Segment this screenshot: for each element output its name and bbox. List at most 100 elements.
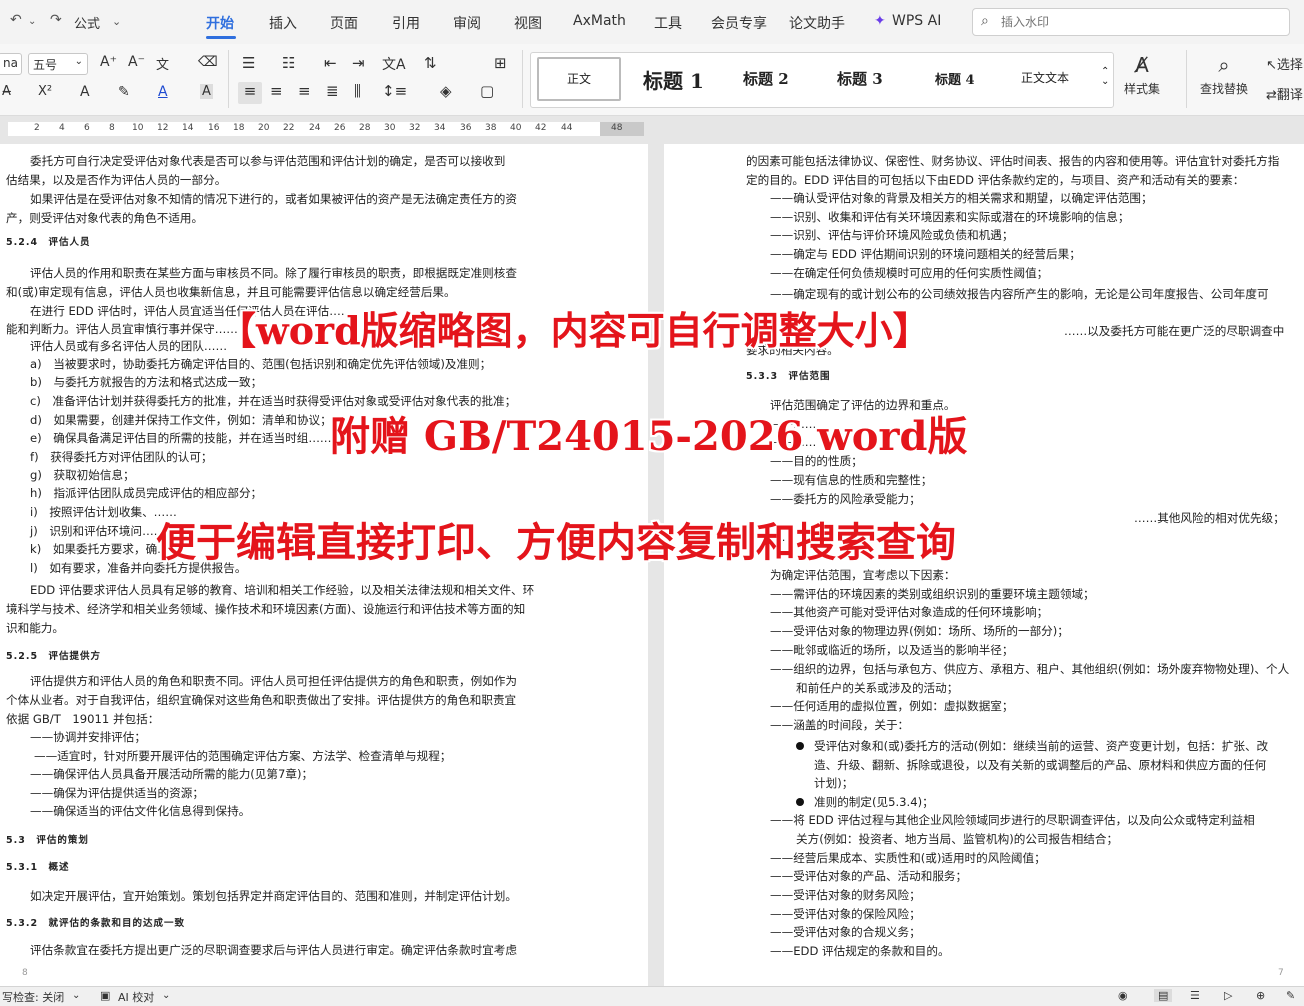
style-heading-2[interactable]: 标题 2 bbox=[743, 68, 789, 89]
page-view-icon[interactable]: ▤ bbox=[1154, 989, 1173, 1002]
text-line: 评估提供方和评估人员的角色和职责不同。评估人员可担任评估提供方的角色和职责，例如… bbox=[30, 674, 517, 688]
style-heading-4[interactable]: 标题 4 bbox=[935, 69, 975, 88]
phonetic-icon[interactable]: 文 bbox=[156, 54, 169, 73]
strikethrough-icon[interactable]: A̶ bbox=[2, 84, 11, 99]
style-body-text[interactable]: 正文文本 bbox=[1021, 69, 1069, 86]
highlight-icon[interactable]: ✎ bbox=[118, 84, 130, 100]
superscript-icon[interactable]: X² bbox=[38, 84, 52, 99]
char-shading-icon[interactable]: A bbox=[200, 84, 213, 99]
list-item: e) 确保具备满足评估目的所需的技能，并在适当时组…… bbox=[30, 431, 332, 445]
justify-icon[interactable]: ≣ bbox=[326, 82, 339, 100]
increase-indent-icon[interactable]: ⇥ bbox=[352, 54, 365, 72]
select-button[interactable]: ↖选择 bbox=[1266, 54, 1303, 73]
search-icon: ⌕ bbox=[981, 13, 989, 29]
chevron-down-icon[interactable]: ⌄ bbox=[162, 990, 170, 1001]
style-heading-3[interactable]: 标题 3 bbox=[837, 68, 883, 89]
list-item: ——受评估对象的物理边界(例如：场所、场所的一部分)； bbox=[770, 624, 1069, 638]
sub-list-text: 准则的制定(见5.3.4)； bbox=[814, 795, 934, 809]
wps-ai-icon[interactable]: ✦ bbox=[874, 13, 886, 29]
align-right-icon[interactable]: ≡ bbox=[298, 82, 311, 100]
chevron-down-icon[interactable]: ⌄ bbox=[72, 990, 80, 1001]
ai-check-icon: ▣ bbox=[100, 989, 111, 1002]
decrease-indent-icon[interactable]: ⇤ bbox=[324, 54, 337, 72]
list-item: ——涵盖的时间段，关于： bbox=[770, 718, 910, 732]
status-bar: 写检查: 关闭 ⌄ ▣ AI 校对 ⌄ ◉ ▤ ☰ ▷ ⊕ ✎ bbox=[0, 986, 1304, 1006]
chevron-down-icon[interactable]: ⌄ bbox=[112, 15, 121, 28]
toolbar-separator bbox=[1186, 50, 1187, 108]
ruler-tick: 22 bbox=[283, 123, 295, 133]
eraser-icon[interactable]: ⌫ bbox=[198, 54, 218, 70]
list-item: ——确保适当的评估文件化信息得到保持。 bbox=[30, 804, 251, 818]
text-line: 能和判断力。评估人员宜审慎行事并保守…… bbox=[6, 322, 238, 336]
line-spacing-icon[interactable]: ↕≡ bbox=[382, 82, 407, 100]
show-marks-icon[interactable]: ⊞ bbox=[494, 54, 507, 72]
ruler-tick: 6 bbox=[84, 123, 90, 133]
tab-page[interactable]: 页面 bbox=[330, 13, 358, 33]
align-center-icon[interactable]: ≡ bbox=[270, 82, 283, 100]
style-heading-1[interactable]: 标题 1 bbox=[643, 65, 704, 94]
style-normal[interactable]: 正文 bbox=[537, 57, 621, 101]
list-item: ——确保为评估提供适当的资源； bbox=[30, 786, 204, 800]
gallery-scroll-icon[interactable]: ⌃ ⌄ bbox=[1101, 67, 1109, 87]
search-box[interactable]: ⌕ bbox=[972, 8, 1290, 36]
shrink-font-icon[interactable]: A⁻ bbox=[128, 54, 145, 70]
tab-view[interactable]: 视图 bbox=[514, 13, 542, 33]
pen-icon[interactable]: ✎ bbox=[1286, 989, 1295, 1002]
list-item: ——委托方的风险承受能力； bbox=[770, 492, 921, 506]
text-line: 如果评估是在受评估对象不知情的情况下进行的，或者如果被评估的资产是无法确定责任方… bbox=[30, 192, 517, 206]
bullet-icon bbox=[796, 742, 804, 750]
tab-wps-ai[interactable]: WPS AI bbox=[892, 13, 941, 29]
font-name-combo[interactable]: na bbox=[0, 53, 22, 75]
bullet-list-icon[interactable]: ☰ bbox=[242, 54, 255, 72]
numbered-list-icon[interactable]: ☷ bbox=[282, 54, 295, 72]
grow-font-icon[interactable]: A⁺ bbox=[100, 54, 117, 70]
ai-check-button[interactable]: AI 校对 bbox=[118, 989, 154, 1005]
eye-icon[interactable]: ◉ bbox=[1118, 989, 1128, 1002]
find-replace-button[interactable]: ⌕ 查找替换 bbox=[1196, 54, 1252, 97]
text-line: EDD 评估要求评估人员具有足够的教育、培训和相关工作经验，以及相关法律法规和相… bbox=[30, 583, 535, 597]
sub-list-item: 受评估对象和(或)委托方的活动(例如：继续当前的运营、资产变更计划，包括：扩张、… bbox=[796, 737, 1268, 755]
tab-paper-assistant[interactable]: 论文助手 bbox=[789, 13, 845, 33]
list-item: d) 如果需要，创建并保持工作文件，例如：清单和协议； bbox=[30, 413, 332, 427]
list-item: ——识别、收集和评估有关环境因素和实际或潜在的环境影响的信息； bbox=[770, 210, 1130, 224]
tab-axmath[interactable]: AxMath bbox=[573, 13, 626, 29]
ruler-tick: 36 bbox=[460, 123, 472, 133]
tab-tools[interactable]: 工具 bbox=[654, 13, 682, 33]
tab-insert[interactable]: 插入 bbox=[269, 13, 297, 33]
outline-view-icon[interactable]: ☰ bbox=[1190, 989, 1200, 1002]
border-icon[interactable]: ▢ bbox=[480, 82, 494, 100]
shading-icon[interactable]: ◈ bbox=[440, 82, 452, 100]
sort-icon[interactable]: ⇅ bbox=[424, 54, 437, 72]
tab-reference[interactable]: 引用 bbox=[392, 13, 420, 33]
font-name-value: na bbox=[3, 56, 18, 70]
ruler-tick: 30 bbox=[384, 123, 396, 133]
ruler-tick: 34 bbox=[434, 123, 446, 133]
style-set-button[interactable]: A̸ 样式集 bbox=[1124, 54, 1160, 97]
chinese-layout-icon[interactable]: 文A bbox=[382, 54, 406, 74]
list-item: ——确定与 EDD 评估期间识别的环境问题相关的经营后果； bbox=[770, 247, 1081, 261]
formula-button[interactable]: 公式 bbox=[74, 13, 100, 32]
spell-check-status[interactable]: 写检查: 关闭 bbox=[2, 989, 64, 1005]
undo-icon[interactable]: ↶ bbox=[10, 12, 22, 28]
tab-home[interactable]: 开始 bbox=[206, 13, 234, 33]
distribute-icon[interactable]: ⫼ bbox=[354, 82, 361, 100]
list-item: ——任何适用的虚拟位置，例如：虚拟数据室； bbox=[770, 699, 1014, 713]
tab-member[interactable]: 会员专享 bbox=[711, 13, 767, 33]
search-input[interactable] bbox=[1001, 12, 1281, 32]
horizontal-ruler[interactable]: 2 4 6 8 10 12 14 16 18 20 22 24 26 28 30… bbox=[0, 116, 1304, 144]
text-line: 产，则受评估对象代表的角色不适用。 bbox=[6, 211, 204, 225]
tab-review[interactable]: 审阅 bbox=[453, 13, 481, 33]
overlay-headline: 【word版缩略图，内容可自行调整大小】 bbox=[218, 308, 931, 353]
web-view-icon[interactable]: ⊕ bbox=[1256, 989, 1265, 1002]
font-color-icon[interactable]: A bbox=[158, 84, 168, 100]
redo-icon[interactable]: ↷ bbox=[50, 12, 62, 28]
section-heading: 5.2.4 评估人员 bbox=[6, 237, 91, 248]
chevron-down-icon[interactable]: ⌄ bbox=[28, 16, 36, 27]
align-left-icon[interactable]: ≡ bbox=[238, 82, 262, 104]
translate-button[interactable]: ⇄翻译 bbox=[1266, 84, 1303, 103]
list-item: h) 指派评估团队成员完成评估的相应部分； bbox=[30, 486, 263, 500]
font-size-combo[interactable]: 五号 ⌄ bbox=[28, 53, 88, 75]
play-icon[interactable]: ▷ bbox=[1224, 989, 1232, 1002]
ruler-tick: 28 bbox=[359, 123, 371, 133]
text-effect-icon[interactable]: A bbox=[80, 84, 90, 100]
